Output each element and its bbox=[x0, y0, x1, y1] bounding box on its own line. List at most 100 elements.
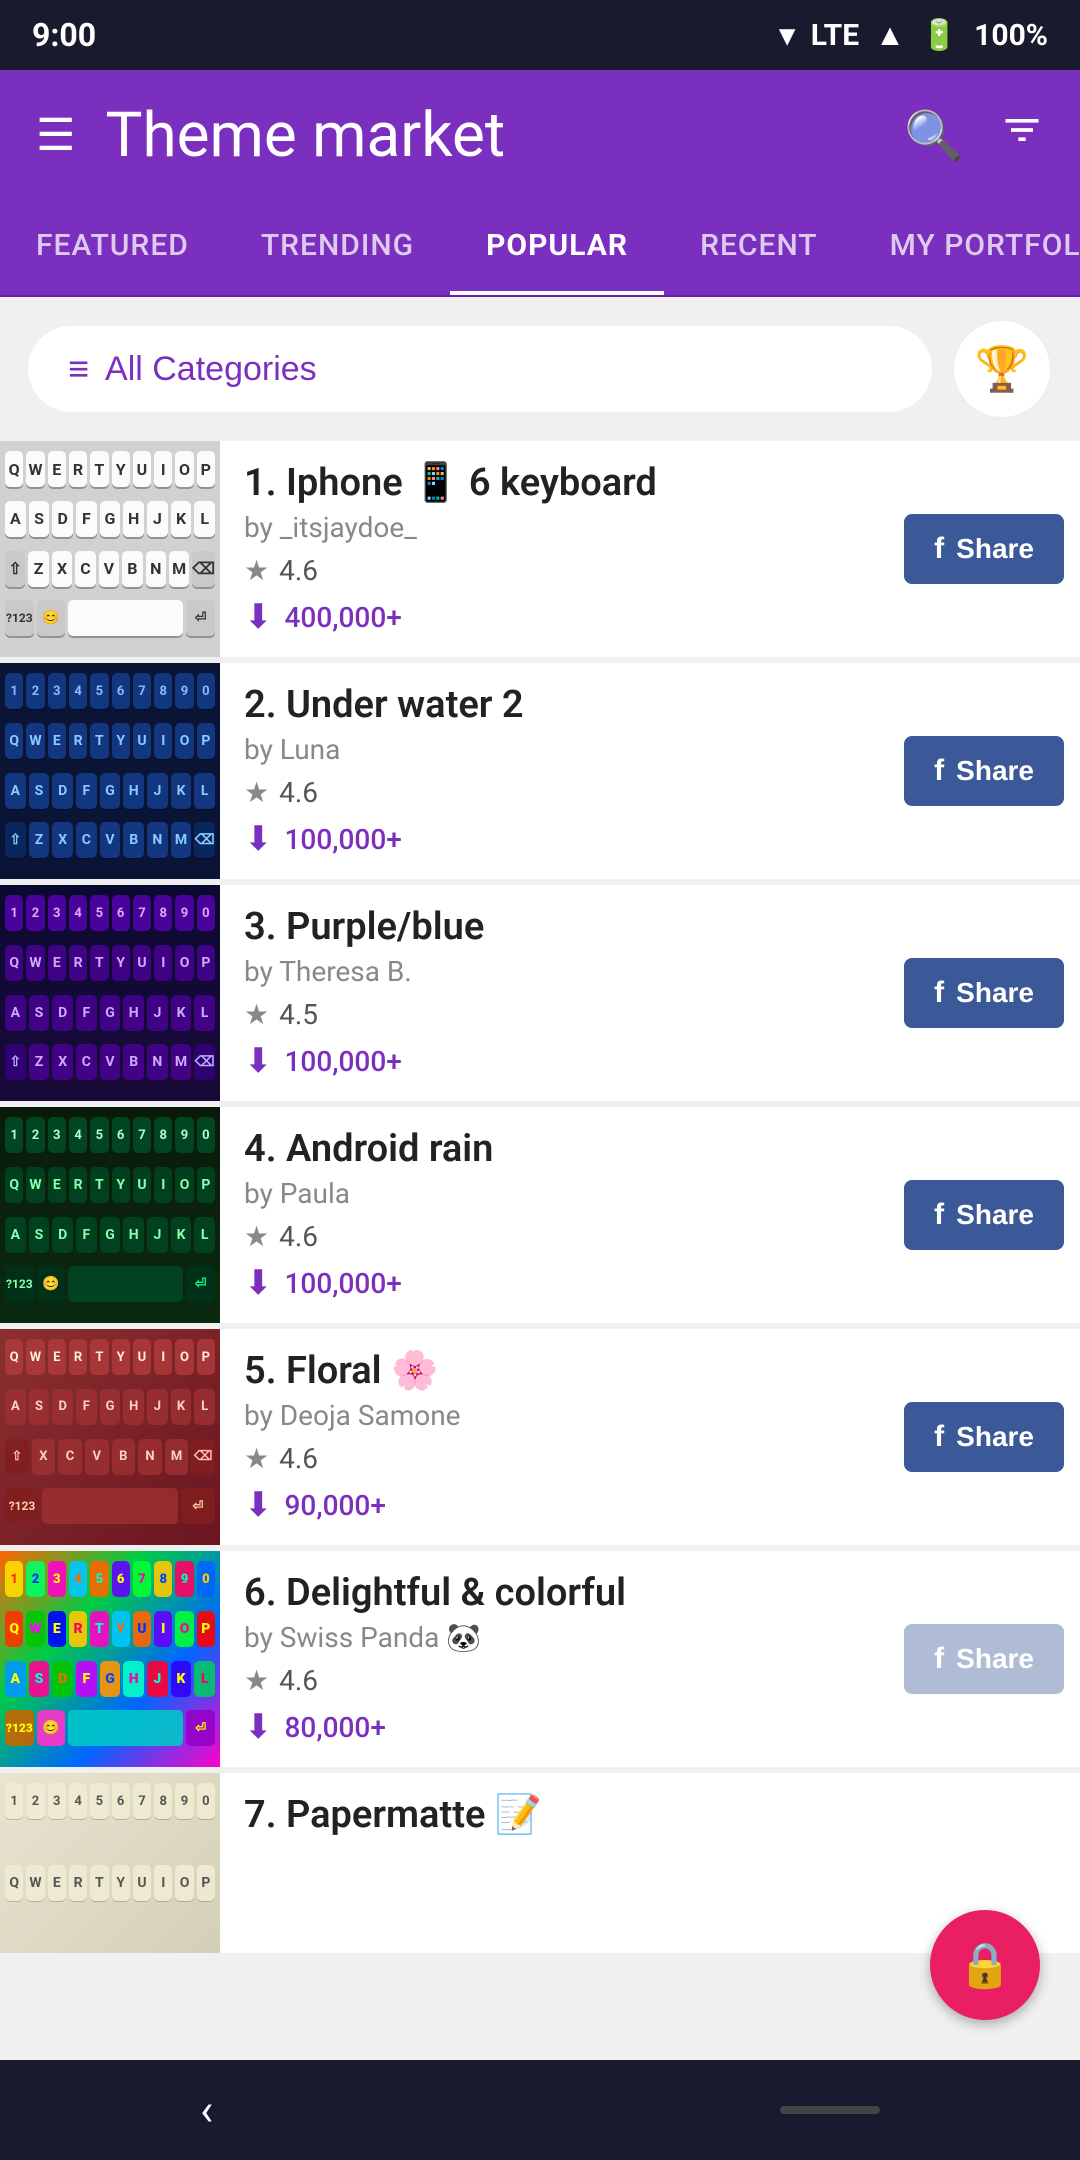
menu-button[interactable]: ☰ bbox=[36, 109, 75, 161]
theme-item-7[interactable]: 1234567890 QWERTYUIOP 7. Papermatte 📝 bbox=[0, 1773, 1080, 1953]
facebook-icon-4: f bbox=[934, 1198, 944, 1232]
theme-rating-5: ★ 4.6 bbox=[244, 1442, 880, 1475]
tab-myportfolio[interactable]: MY PORTFOLIO bbox=[854, 200, 1080, 295]
categories-button-label: All Categories bbox=[105, 350, 317, 389]
theme-author-5: by Deoja Samone bbox=[244, 1399, 880, 1432]
rating-value-1: 4.6 bbox=[279, 554, 318, 587]
share-button-6[interactable]: f Share bbox=[904, 1624, 1064, 1694]
star-icon-1: ★ bbox=[244, 554, 269, 587]
theme-author-3: by Theresa B. bbox=[244, 955, 880, 988]
download-icon-2: ⬇ bbox=[244, 819, 273, 859]
theme-item-5[interactable]: QWERTYUIOP ASDFGHJKL ⇧XCVBNM⌫ ?123 ⏎ 5. … bbox=[0, 1329, 1080, 1545]
star-icon-4: ★ bbox=[244, 1220, 269, 1253]
download-icon-5: ⬇ bbox=[244, 1485, 273, 1525]
battery-level: 100% bbox=[974, 18, 1048, 53]
theme-info-1: 1. Iphone 📱 6 keyboard by _itsjaydoe_ ★ … bbox=[220, 441, 904, 657]
theme-item-2[interactable]: 1234567890 QWERTYUIOP ASDFGHJKL ⇧ZXCVBNM… bbox=[0, 663, 1080, 879]
theme-thumbnail-2: 1234567890 QWERTYUIOP ASDFGHJKL ⇧ZXCVBNM… bbox=[0, 663, 220, 879]
tab-featured[interactable]: FEATURED bbox=[0, 200, 225, 295]
facebook-icon-6: f bbox=[934, 1642, 944, 1676]
theme-rating-2: ★ 4.6 bbox=[244, 776, 880, 809]
page-title: Theme market bbox=[105, 99, 904, 172]
download-count-3: 100,000+ bbox=[285, 1045, 402, 1078]
status-bar: 9:00 ▾ LTE ▲ 🔋 100% bbox=[0, 0, 1080, 70]
theme-author-4: by Paula bbox=[244, 1177, 880, 1210]
signal-bars-icon: ▲ bbox=[875, 18, 905, 53]
wifi-icon: ▾ bbox=[780, 18, 795, 53]
rating-value-4: 4.6 bbox=[279, 1220, 318, 1253]
tab-trending[interactable]: TRENDING bbox=[225, 200, 450, 295]
theme-title-4: 4. Android rain bbox=[244, 1127, 880, 1171]
share-button-5[interactable]: f Share bbox=[904, 1402, 1064, 1472]
theme-title-3: 3. Purple/blue bbox=[244, 905, 880, 949]
battery-icon: 🔋 bbox=[921, 18, 958, 53]
theme-thumbnail-6: 1234567890 QWERTYUIOP ASDFGHJKL ?123😊 ⏎ bbox=[0, 1551, 220, 1767]
theme-downloads-4: ⬇ 100,000+ bbox=[244, 1263, 880, 1303]
download-icon-6: ⬇ bbox=[244, 1707, 273, 1747]
fab-lock-icon: 🔒 bbox=[958, 1939, 1013, 1991]
theme-author-1: by _itsjaydoe_ bbox=[244, 511, 880, 544]
rating-value-5: 4.6 bbox=[279, 1442, 318, 1475]
download-count-4: 100,000+ bbox=[285, 1267, 402, 1300]
theme-item-3[interactable]: 1234567890 QWERTYUIOP ASDFGHJKL ⇧ZXCVBNM… bbox=[0, 885, 1080, 1101]
theme-downloads-2: ⬇ 100,000+ bbox=[244, 819, 880, 859]
facebook-icon-3: f bbox=[934, 976, 944, 1010]
signal-label: LTE bbox=[811, 18, 859, 53]
tab-popular[interactable]: POPULAR bbox=[450, 200, 664, 295]
theme-item-1[interactable]: QWERTYUIOP ASDFGHJKL ⇧ZXCVBNM⌫ ?123😊 ⏎ 1… bbox=[0, 441, 1080, 657]
fab-button[interactable]: 🔒 bbox=[930, 1910, 1040, 2020]
theme-info-2: 2. Under water 2 by Luna ★ 4.6 ⬇ 100,000… bbox=[220, 663, 904, 879]
share-button-4[interactable]: f Share bbox=[904, 1180, 1064, 1250]
all-categories-button[interactable]: ≡ All Categories bbox=[28, 326, 932, 412]
theme-title-6: 6. Delightful & colorful bbox=[244, 1571, 880, 1615]
download-icon-3: ⬇ bbox=[244, 1041, 273, 1081]
theme-title-7: 7. Papermatte 📝 bbox=[244, 1793, 1056, 1837]
tabs-bar: FEATURED TRENDING POPULAR RECENT MY PORT… bbox=[0, 200, 1080, 297]
header-icons: 🔍 bbox=[904, 107, 1044, 164]
trophy-icon: 🏆 bbox=[975, 343, 1030, 395]
share-button-3[interactable]: f Share bbox=[904, 958, 1064, 1028]
theme-downloads-1: ⬇ 400,000+ bbox=[244, 597, 880, 637]
theme-title-2: 2. Under water 2 bbox=[244, 683, 880, 727]
theme-downloads-5: ⬇ 90,000+ bbox=[244, 1485, 880, 1525]
status-time: 9:00 bbox=[32, 16, 96, 54]
theme-info-3: 3. Purple/blue by Theresa B. ★ 4.5 ⬇ 100… bbox=[220, 885, 904, 1101]
star-icon-6: ★ bbox=[244, 1664, 269, 1697]
facebook-icon-2: f bbox=[934, 754, 944, 788]
theme-thumbnail-1: QWERTYUIOP ASDFGHJKL ⇧ZXCVBNM⌫ ?123😊 ⏎ bbox=[0, 441, 220, 657]
back-button[interactable]: ‹ bbox=[200, 2084, 213, 2136]
theme-rating-3: ★ 4.5 bbox=[244, 998, 880, 1031]
star-icon-5: ★ bbox=[244, 1442, 269, 1475]
download-count-6: 80,000+ bbox=[285, 1711, 386, 1744]
theme-item-4[interactable]: 1234567890 QWERTYUIOP ASDFGHJKL ?123😊 ⏎ … bbox=[0, 1107, 1080, 1323]
theme-rating-4: ★ 4.6 bbox=[244, 1220, 880, 1253]
theme-rating-6: ★ 4.6 bbox=[244, 1664, 880, 1697]
star-icon-2: ★ bbox=[244, 776, 269, 809]
facebook-icon-5: f bbox=[934, 1420, 944, 1454]
theme-info-5: 5. Floral 🌸 by Deoja Samone ★ 4.6 ⬇ 90,0… bbox=[220, 1329, 904, 1545]
theme-author-6: by Swiss Panda 🐼 bbox=[244, 1621, 880, 1654]
share-button-2[interactable]: f Share bbox=[904, 736, 1064, 806]
rating-value-3: 4.5 bbox=[279, 998, 318, 1031]
theme-info-4: 4. Android rain by Paula ★ 4.6 ⬇ 100,000… bbox=[220, 1107, 904, 1323]
download-count-1: 400,000+ bbox=[285, 601, 402, 634]
search-icon[interactable]: 🔍 bbox=[904, 107, 964, 164]
app-header: ☰ Theme market 🔍 bbox=[0, 70, 1080, 200]
theme-author-2: by Luna bbox=[244, 733, 880, 766]
categories-row: ≡ All Categories 🏆 bbox=[0, 297, 1080, 441]
tab-recent[interactable]: RECENT bbox=[664, 200, 854, 295]
theme-item-6[interactable]: 1234567890 QWERTYUIOP ASDFGHJKL ?123😊 ⏎ … bbox=[0, 1551, 1080, 1767]
home-bar bbox=[780, 2106, 880, 2114]
star-icon-3: ★ bbox=[244, 998, 269, 1031]
filter-icon[interactable] bbox=[1000, 108, 1044, 163]
download-count-5: 90,000+ bbox=[285, 1489, 386, 1522]
rating-value-2: 4.6 bbox=[279, 776, 318, 809]
download-icon-4: ⬇ bbox=[244, 1263, 273, 1303]
share-button-1[interactable]: f Share bbox=[904, 514, 1064, 584]
theme-downloads-6: ⬇ 80,000+ bbox=[244, 1707, 880, 1747]
trophy-button[interactable]: 🏆 bbox=[952, 319, 1052, 419]
theme-info-6: 6. Delightful & colorful by Swiss Panda … bbox=[220, 1551, 904, 1767]
theme-thumbnail-4: 1234567890 QWERTYUIOP ASDFGHJKL ?123😊 ⏎ bbox=[0, 1107, 220, 1323]
theme-title-5: 5. Floral 🌸 bbox=[244, 1349, 880, 1393]
download-icon-1: ⬇ bbox=[244, 597, 273, 637]
